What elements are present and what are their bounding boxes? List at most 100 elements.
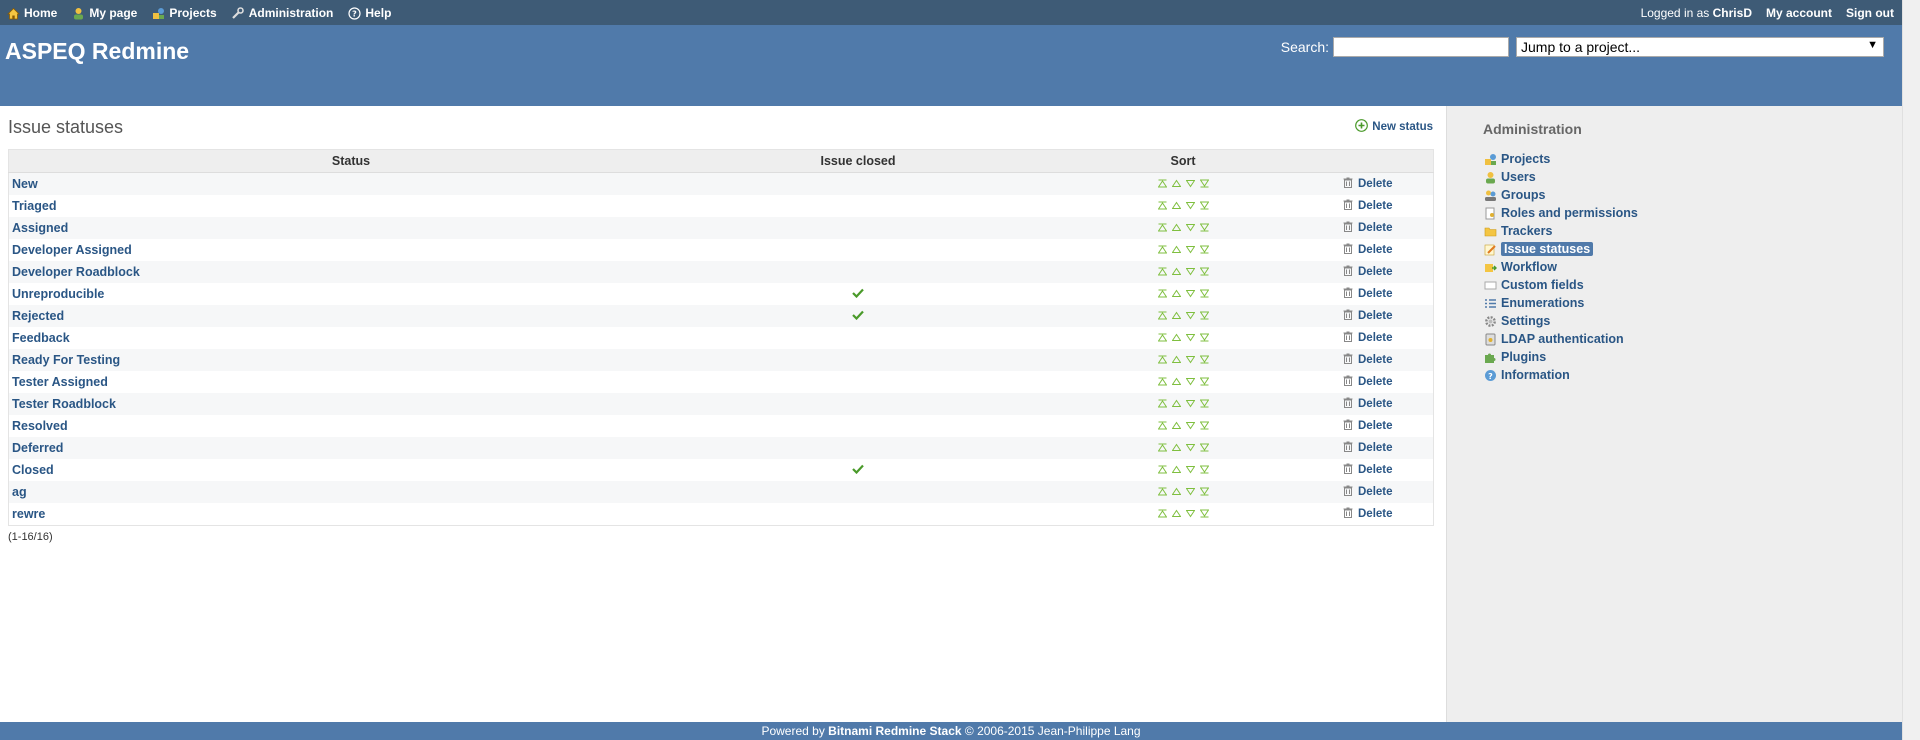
jump-to-project-select[interactable]: Jump to a project... ▼ — [1516, 37, 1884, 57]
scrollbar[interactable] — [1902, 0, 1920, 740]
status-name-link[interactable]: Triaged — [12, 199, 56, 213]
move-down-icon[interactable] — [1185, 331, 1195, 345]
delete-button[interactable]: Delete — [1343, 353, 1393, 367]
delete-button[interactable]: Delete — [1343, 221, 1393, 235]
status-name-link[interactable]: Developer Roadblock — [12, 265, 140, 279]
sidebar-item-settings[interactable]: Settings — [1483, 312, 1638, 330]
top-menu-my-page[interactable]: My page — [71, 6, 137, 20]
move-up-icon[interactable] — [1171, 177, 1181, 191]
delete-button[interactable]: Delete — [1343, 397, 1393, 411]
move-down-icon[interactable] — [1185, 243, 1195, 257]
move-down-icon[interactable] — [1185, 287, 1195, 301]
status-name-link[interactable]: Assigned — [12, 221, 68, 235]
move-down-icon[interactable] — [1185, 441, 1195, 455]
move-down-icon[interactable] — [1185, 221, 1195, 235]
move-bottom-icon[interactable] — [1199, 397, 1209, 411]
status-name-link[interactable]: Rejected — [12, 309, 64, 323]
sidebar-item-trackers[interactable]: Trackers — [1483, 222, 1638, 240]
sidebar-item-custom-fields[interactable]: Custom fields — [1483, 276, 1638, 294]
delete-button[interactable]: Delete — [1343, 265, 1393, 279]
move-up-icon[interactable] — [1171, 243, 1181, 257]
sidebar-item-plugins[interactable]: Plugins — [1483, 348, 1638, 366]
move-bottom-icon[interactable] — [1199, 309, 1209, 323]
top-menu-home[interactable]: Home — [6, 6, 57, 20]
delete-button[interactable]: Delete — [1343, 243, 1393, 257]
move-top-icon[interactable] — [1157, 199, 1167, 213]
delete-button[interactable]: Delete — [1343, 331, 1393, 345]
move-up-icon[interactable] — [1171, 441, 1181, 455]
sidebar-item-label[interactable]: Plugins — [1501, 350, 1546, 364]
sidebar-item-information[interactable]: ? Information — [1483, 366, 1638, 384]
move-down-icon[interactable] — [1185, 309, 1195, 323]
move-bottom-icon[interactable] — [1199, 177, 1209, 191]
sidebar-item-label[interactable]: LDAP authentication — [1501, 332, 1624, 346]
sidebar-item-label[interactable]: Users — [1501, 170, 1536, 184]
move-up-icon[interactable] — [1171, 463, 1181, 477]
move-bottom-icon[interactable] — [1199, 419, 1209, 433]
sidebar-item-label[interactable]: Information — [1501, 368, 1570, 382]
delete-button[interactable]: Delete — [1343, 199, 1393, 213]
move-top-icon[interactable] — [1157, 331, 1167, 345]
move-up-icon[interactable] — [1171, 221, 1181, 235]
move-down-icon[interactable] — [1185, 507, 1195, 521]
sidebar-item-label[interactable]: Issue statuses — [1501, 242, 1594, 256]
sidebar-item-projects[interactable]: Projects — [1483, 150, 1638, 168]
move-bottom-icon[interactable] — [1199, 507, 1209, 521]
my-account-link[interactable]: My account — [1766, 6, 1832, 20]
sidebar-item-label[interactable]: Workflow — [1501, 260, 1557, 274]
move-down-icon[interactable] — [1185, 485, 1195, 499]
move-up-icon[interactable] — [1171, 397, 1181, 411]
sidebar-item-ldap-authentication[interactable]: LDAP authentication — [1483, 330, 1638, 348]
move-up-icon[interactable] — [1171, 287, 1181, 301]
top-menu-help[interactable]: ? Help — [347, 6, 391, 20]
move-bottom-icon[interactable] — [1199, 287, 1209, 301]
status-name-link[interactable]: Closed — [12, 463, 54, 477]
move-down-icon[interactable] — [1185, 375, 1195, 389]
delete-button[interactable]: Delete — [1343, 485, 1393, 499]
move-top-icon[interactable] — [1157, 287, 1167, 301]
delete-button[interactable]: Delete — [1343, 177, 1393, 191]
delete-button[interactable]: Delete — [1343, 441, 1393, 455]
move-down-icon[interactable] — [1185, 177, 1195, 191]
status-name-link[interactable]: Feedback — [12, 331, 70, 345]
sidebar-item-label[interactable]: Roles and permissions — [1501, 206, 1638, 220]
top-menu-administration[interactable]: Administration — [231, 6, 333, 20]
status-name-link[interactable]: Developer Assigned — [12, 243, 132, 257]
sign-out-link[interactable]: Sign out — [1846, 6, 1894, 20]
move-top-icon[interactable] — [1157, 485, 1167, 499]
new-status-link[interactable]: New status — [1355, 119, 1433, 135]
move-down-icon[interactable] — [1185, 353, 1195, 367]
footer-product-link[interactable]: Bitnami Redmine Stack — [828, 724, 961, 738]
delete-button[interactable]: Delete — [1343, 507, 1393, 521]
move-top-icon[interactable] — [1157, 397, 1167, 411]
move-bottom-icon[interactable] — [1199, 199, 1209, 213]
status-name-link[interactable]: ag — [12, 485, 27, 499]
move-top-icon[interactable] — [1157, 265, 1167, 279]
move-bottom-icon[interactable] — [1199, 221, 1209, 235]
status-name-link[interactable]: New — [12, 177, 38, 191]
move-top-icon[interactable] — [1157, 375, 1167, 389]
move-up-icon[interactable] — [1171, 309, 1181, 323]
move-down-icon[interactable] — [1185, 463, 1195, 477]
sidebar-item-label[interactable]: Projects — [1501, 152, 1550, 166]
move-top-icon[interactable] — [1157, 353, 1167, 367]
status-name-link[interactable]: rewre — [12, 507, 45, 521]
delete-button[interactable]: Delete — [1343, 375, 1393, 389]
sidebar-item-users[interactable]: Users — [1483, 168, 1638, 186]
sidebar-item-label[interactable]: Groups — [1501, 188, 1545, 202]
move-down-icon[interactable] — [1185, 199, 1195, 213]
move-up-icon[interactable] — [1171, 507, 1181, 521]
move-bottom-icon[interactable] — [1199, 375, 1209, 389]
delete-button[interactable]: Delete — [1343, 463, 1393, 477]
status-name-link[interactable]: Resolved — [12, 419, 68, 433]
delete-button[interactable]: Delete — [1343, 287, 1393, 301]
move-down-icon[interactable] — [1185, 397, 1195, 411]
move-up-icon[interactable] — [1171, 331, 1181, 345]
move-up-icon[interactable] — [1171, 419, 1181, 433]
sidebar-item-groups[interactable]: Groups — [1483, 186, 1638, 204]
status-name-link[interactable]: Ready For Testing — [12, 353, 120, 367]
status-name-link[interactable]: Deferred — [12, 441, 63, 455]
status-name-link[interactable]: Tester Assigned — [12, 375, 108, 389]
move-up-icon[interactable] — [1171, 199, 1181, 213]
delete-button[interactable]: Delete — [1343, 309, 1393, 323]
